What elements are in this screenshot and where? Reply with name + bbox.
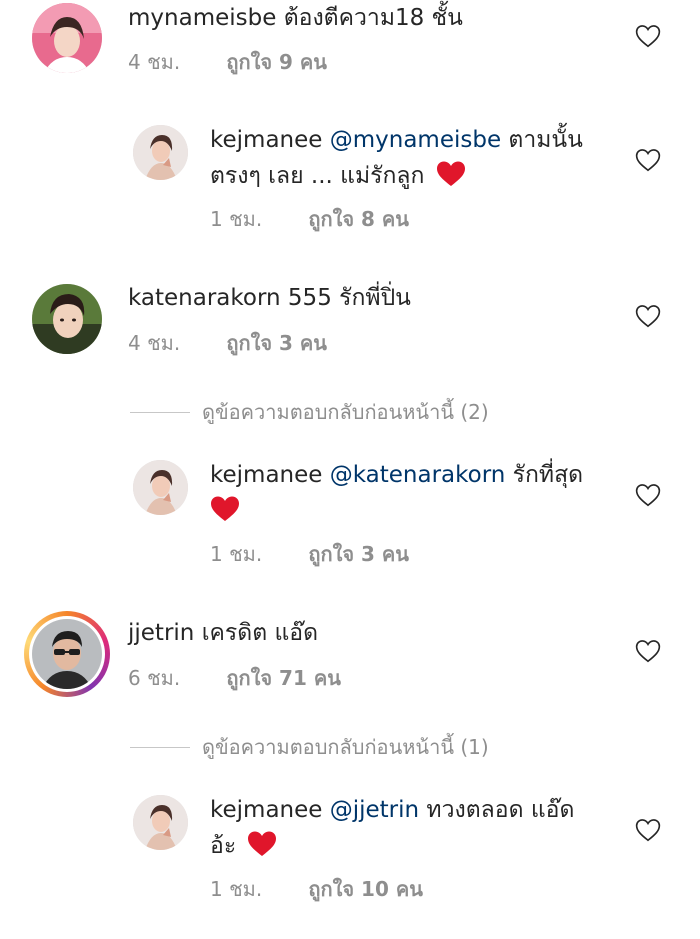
reply-meta: 1 ชม. ถูกใจ 10 คน [210,873,423,905]
comment-text: ต้องตีความ18 ชั้น [283,5,463,31]
reply-body: kejmanee @katenarakorn รักที่สุด [210,457,610,529]
comment-time: 4 ชม. [128,331,181,355]
comment-likes[interactable]: ถูกใจ 3 คน [226,331,327,355]
comment-likes[interactable]: ถูกใจ 71 คน [226,666,341,690]
reply-text-line1: ทวงตลอด แอ๊ด [426,797,575,823]
heart-outline-icon[interactable] [635,304,661,328]
reply-text-line2: อ้ะ [210,833,237,859]
comments-list: mynameisbe ต้องตีความ18 ชั้น 4 ชม. ถูกใจ… [0,0,700,939]
heart-outline-icon[interactable] [635,483,661,507]
avatar-with-story-ring[interactable] [24,611,110,697]
reply-meta: 1 ชม. ถูกใจ 8 คน [210,203,409,235]
view-previous-replies-label: ดูข้อความตอบกลับก่อนหน้านี้ (1) [202,735,489,759]
reply-username[interactable]: kejmanee [210,797,322,823]
comment-meta: 4 ชม. ถูกใจ 3 คน [128,327,327,359]
reply-text-line1: รักที่สุด [512,462,584,488]
reply-mention[interactable]: @katenarakorn [330,462,506,488]
comment-text: 555 รักพี่ปิ่น [287,285,411,311]
reply-likes[interactable]: ถูกใจ 3 คน [308,542,409,566]
reply-likes[interactable]: ถูกใจ 8 คน [308,207,409,231]
red-heart-icon [436,160,466,187]
reply-time: 1 ชม. [210,877,263,901]
reply-time: 1 ชม. [210,207,263,231]
view-previous-replies-label: ดูข้อความตอบกลับก่อนหน้านี้ (2) [202,400,489,424]
heart-outline-icon[interactable] [635,818,661,842]
reply-body: kejmanee @mynameisbe ตามนั้น ตรงๆ เลย ..… [210,122,610,194]
comment-body: jjetrin เครดิต แอ๊ด [128,615,608,651]
reply-likes[interactable]: ถูกใจ 10 คน [308,877,423,901]
avatar[interactable] [133,795,188,850]
reply-mention[interactable]: @jjetrin [330,797,419,823]
comment-username[interactable]: mynameisbe [128,5,276,31]
avatar[interactable] [32,3,102,73]
comment-username[interactable]: katenarakorn [128,285,281,311]
reply-body: kejmanee @jjetrin ทวงตลอด แอ๊ด อ้ะ [210,792,610,864]
comment-time: 4 ชม. [128,50,181,74]
avatar[interactable] [133,125,188,180]
comment-username[interactable]: jjetrin [128,620,194,646]
comment-text: เครดิต แอ๊ด [201,620,319,646]
reply-meta: 1 ชม. ถูกใจ 3 คน [210,538,409,570]
heart-outline-icon[interactable] [635,24,661,48]
comment-likes[interactable]: ถูกใจ 9 คน [226,50,327,74]
divider [130,746,190,748]
avatar[interactable] [32,284,102,354]
comment-body: mynameisbe ต้องตีความ18 ชั้น [128,0,608,36]
reply-time: 1 ชม. [210,542,263,566]
divider [130,411,190,413]
reply-text-line1: ตามนั้น [508,127,583,153]
comment-meta: 4 ชม. ถูกใจ 9 คน [128,46,327,78]
reply-mention[interactable]: @mynameisbe [330,127,501,153]
red-heart-icon [247,830,277,857]
heart-outline-icon[interactable] [635,148,661,172]
view-previous-replies-button[interactable]: ดูข้อความตอบกลับก่อนหน้านี้ (2) [130,396,489,428]
comment-meta: 6 ชม. ถูกใจ 71 คน [128,662,341,694]
avatar[interactable] [133,460,188,515]
reply-username[interactable]: kejmanee [210,462,322,488]
comment-body: katenarakorn 555 รักพี่ปิ่น [128,280,608,316]
view-previous-replies-button[interactable]: ดูข้อความตอบกลับก่อนหน้านี้ (1) [130,731,489,763]
comment-time: 6 ชม. [128,666,181,690]
reply-username[interactable]: kejmanee [210,127,322,153]
red-heart-icon [210,495,240,522]
heart-outline-icon[interactable] [635,639,661,663]
reply-text-line2: ตรงๆ เลย ... แม่รักลูก [210,163,425,189]
